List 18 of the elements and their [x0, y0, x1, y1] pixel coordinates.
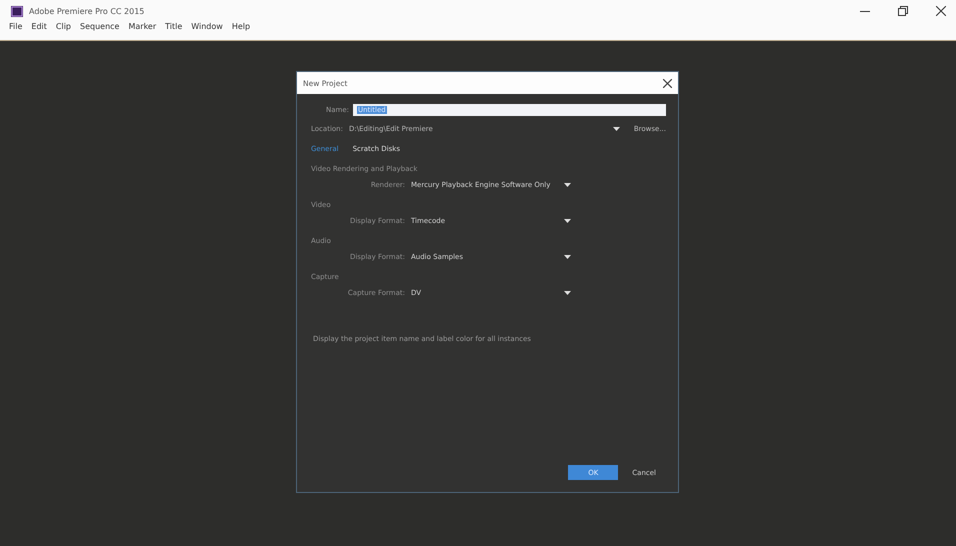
- dropdown-arrow-icon: [564, 255, 571, 259]
- menu-item[interactable]: Title: [165, 22, 182, 31]
- close-icon[interactable]: [663, 78, 672, 88]
- menu-item[interactable]: File: [9, 22, 22, 31]
- menu-item[interactable]: Edit: [31, 22, 47, 31]
- menu-item[interactable]: Sequence: [80, 22, 120, 31]
- dropdown-arrow-icon: [564, 291, 571, 295]
- app-icon: [11, 6, 23, 16]
- menu-item[interactable]: Window: [191, 22, 223, 31]
- menu-item[interactable]: Marker: [128, 22, 156, 31]
- close-icon[interactable]: [936, 6, 946, 16]
- restore-icon[interactable]: [898, 6, 908, 16]
- dropdown-arrow-icon: [564, 219, 571, 223]
- dropdown-arrow-icon: [564, 183, 571, 187]
- menu-item[interactable]: Help: [232, 22, 250, 31]
- menu-item[interactable]: Clip: [56, 22, 71, 31]
- window-title: Adobe Premiere Pro CC 2015: [29, 6, 144, 16]
- dropdown-arrow-icon: [612, 127, 620, 131]
